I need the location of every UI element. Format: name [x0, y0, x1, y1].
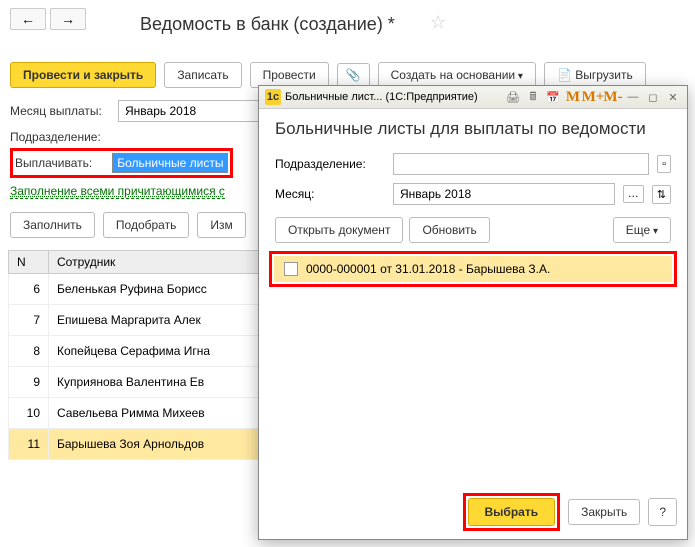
- month-spinner-icon[interactable]: ⇅: [652, 185, 671, 204]
- favorite-icon[interactable]: ☆: [430, 12, 446, 33]
- calc-icon[interactable]: 🖩: [525, 89, 541, 105]
- table-cell[interactable]: 6: [9, 274, 49, 305]
- employees-table: N Сотрудник 6Беленькая Руфина Борисс 7Еп…: [8, 250, 268, 460]
- print-icon[interactable]: 🖨: [505, 89, 521, 105]
- dept-label: Подразделение:: [10, 130, 110, 144]
- attach-icon[interactable]: 📎: [337, 63, 370, 87]
- dept-picker-icon[interactable]: ▫: [657, 155, 671, 173]
- month-ellipsis-icon[interactable]: …: [623, 185, 644, 203]
- maximize-icon[interactable]: ◻: [645, 89, 661, 105]
- fill-all-link[interactable]: Заполнение всеми причитающимися с: [10, 184, 225, 199]
- dialog-month-input[interactable]: [393, 183, 615, 205]
- table-cell[interactable]: 10: [9, 398, 49, 429]
- pay-label: Выплачивать:: [15, 156, 92, 170]
- select-button[interactable]: Выбрать: [468, 498, 556, 526]
- m-plus-button[interactable]: M+: [585, 89, 601, 105]
- page-title: Ведомость в банк (создание) *: [140, 14, 395, 35]
- edit-button[interactable]: Изм: [197, 212, 245, 238]
- fill-button[interactable]: Заполнить: [10, 212, 95, 238]
- month-label: Месяц выплаты:: [10, 104, 110, 118]
- save-button[interactable]: Записать: [164, 62, 241, 88]
- checkbox[interactable]: [284, 262, 298, 276]
- table-cell[interactable]: Беленькая Руфина Борисс: [49, 274, 268, 305]
- app-icon: 1c: [265, 89, 281, 105]
- document-list-highlight: 0000-000001 от 31.01.2018 - Барышева З.А…: [269, 251, 677, 287]
- help-button[interactable]: ?: [648, 498, 677, 526]
- pay-value[interactable]: Больничные листы: [112, 153, 228, 173]
- more-button[interactable]: Еще: [613, 217, 671, 243]
- dialog-month-label: Месяц:: [275, 187, 385, 201]
- refresh-button[interactable]: Обновить: [409, 217, 489, 243]
- dialog-dept-label: Подразделение:: [275, 157, 385, 171]
- col-n[interactable]: N: [9, 251, 49, 274]
- minimize-icon[interactable]: —: [625, 89, 641, 105]
- table-cell[interactable]: Епишева Маргарита Алек: [49, 305, 268, 336]
- export-label: Выгрузить: [575, 68, 633, 82]
- table-cell[interactable]: 11: [9, 429, 49, 460]
- submit-close-button[interactable]: Провести и закрыть: [10, 62, 156, 88]
- table-cell[interactable]: 9: [9, 367, 49, 398]
- list-item[interactable]: 0000-000001 от 31.01.2018 - Барышева З.А…: [274, 256, 672, 282]
- open-doc-button[interactable]: Открыть документ: [275, 217, 403, 243]
- select-highlight: Выбрать: [463, 493, 561, 531]
- back-button[interactable]: ←: [10, 8, 46, 30]
- table-cell[interactable]: Барышева Зоя Арнольдов: [49, 429, 268, 460]
- list-item-label: 0000-000001 от 31.01.2018 - Барышева З.А…: [306, 262, 550, 276]
- table-cell[interactable]: Савельева Римма Михеев: [49, 398, 268, 429]
- col-employee[interactable]: Сотрудник: [49, 251, 268, 274]
- m-button[interactable]: M: [565, 89, 581, 105]
- sick-leave-dialog: 1c Больничные лист... (1С:Предприятие) 🖨…: [258, 85, 688, 540]
- dialog-title: Больничные лист... (1С:Предприятие): [285, 91, 501, 103]
- dialog-heading: Больничные листы для выплаты по ведомост…: [259, 109, 687, 149]
- m-minus-button[interactable]: M-: [605, 89, 621, 105]
- forward-button[interactable]: →: [50, 8, 86, 30]
- table-cell[interactable]: 7: [9, 305, 49, 336]
- close-icon[interactable]: ✕: [665, 89, 681, 105]
- table-cell[interactable]: Копейцева Серафима Игна: [49, 336, 268, 367]
- pick-button[interactable]: Подобрать: [103, 212, 189, 238]
- payment-type-highlight: Выплачивать: Больничные листы: [10, 148, 233, 178]
- table-cell[interactable]: Куприянова Валентина Ев: [49, 367, 268, 398]
- dialog-titlebar[interactable]: 1c Больничные лист... (1С:Предприятие) 🖨…: [259, 86, 687, 109]
- table-cell[interactable]: 8: [9, 336, 49, 367]
- dialog-dept-input[interactable]: [393, 153, 649, 175]
- close-button[interactable]: Закрыть: [568, 499, 640, 525]
- calendar-icon[interactable]: 📅: [545, 89, 561, 105]
